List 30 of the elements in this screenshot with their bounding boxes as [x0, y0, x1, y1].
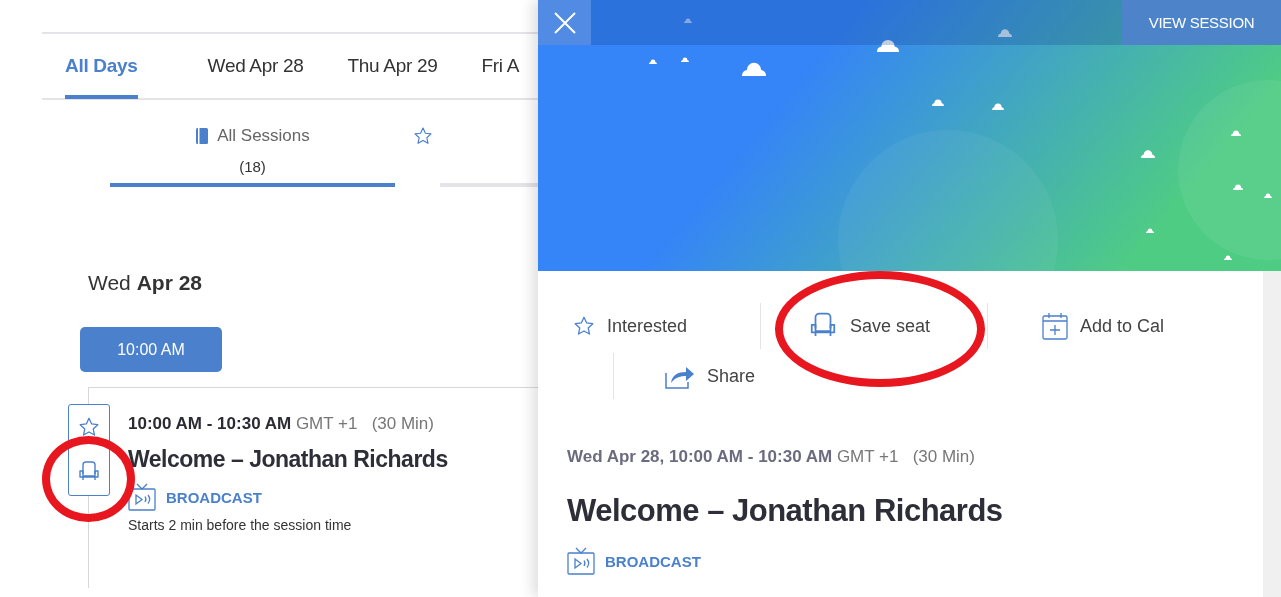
action-button[interactable]: Add to Cal	[987, 303, 1227, 349]
view-session-button[interactable]: VIEW SESSION	[1122, 0, 1281, 45]
day-tab[interactable]: Fri A	[481, 34, 520, 99]
calendar-icon	[1042, 312, 1068, 340]
action-button[interactable]: Interested	[573, 303, 760, 349]
star-icon	[573, 315, 595, 337]
action-button[interactable]: Share	[613, 353, 813, 399]
action-button[interactable]: Save seat	[760, 303, 987, 349]
session-type: BROADCAST	[166, 488, 262, 506]
star-icon	[412, 126, 433, 146]
tv-icon	[567, 547, 595, 575]
session-type: BROADCAST	[605, 552, 701, 570]
filter-count: (18)	[239, 158, 266, 175]
filter-label: All Sessions	[217, 126, 310, 146]
date-heading: Wed Apr 28	[88, 271, 203, 295]
star-icon[interactable]	[78, 416, 100, 438]
close-icon	[553, 11, 576, 34]
tv-icon	[128, 483, 156, 511]
day-tab[interactable]: All Days	[65, 34, 138, 99]
session-title: Welcome – Jonathan Richards	[128, 446, 448, 473]
session-note: Starts 2 min before the session time	[128, 517, 353, 533]
session-title: Welcome – Jonathan Richards	[567, 493, 1004, 529]
close-button[interactable]	[538, 0, 591, 45]
session-time: Wed Apr 28, 10:00 AM - 10:30 AM GMT +1 (30 Min)	[567, 447, 976, 467]
session-time: 10:00 AM - 10:30 AM GMT +1 (30 Min)	[128, 414, 435, 434]
day-tab[interactable]: Wed Apr 28	[207, 34, 304, 99]
book-icon	[195, 127, 210, 145]
filter-tab[interactable]: All Sessions (18)	[110, 126, 395, 187]
time-slot-button[interactable]: 10:00 AM	[80, 327, 222, 372]
day-tab[interactable]: Thu Apr 29	[347, 34, 438, 99]
